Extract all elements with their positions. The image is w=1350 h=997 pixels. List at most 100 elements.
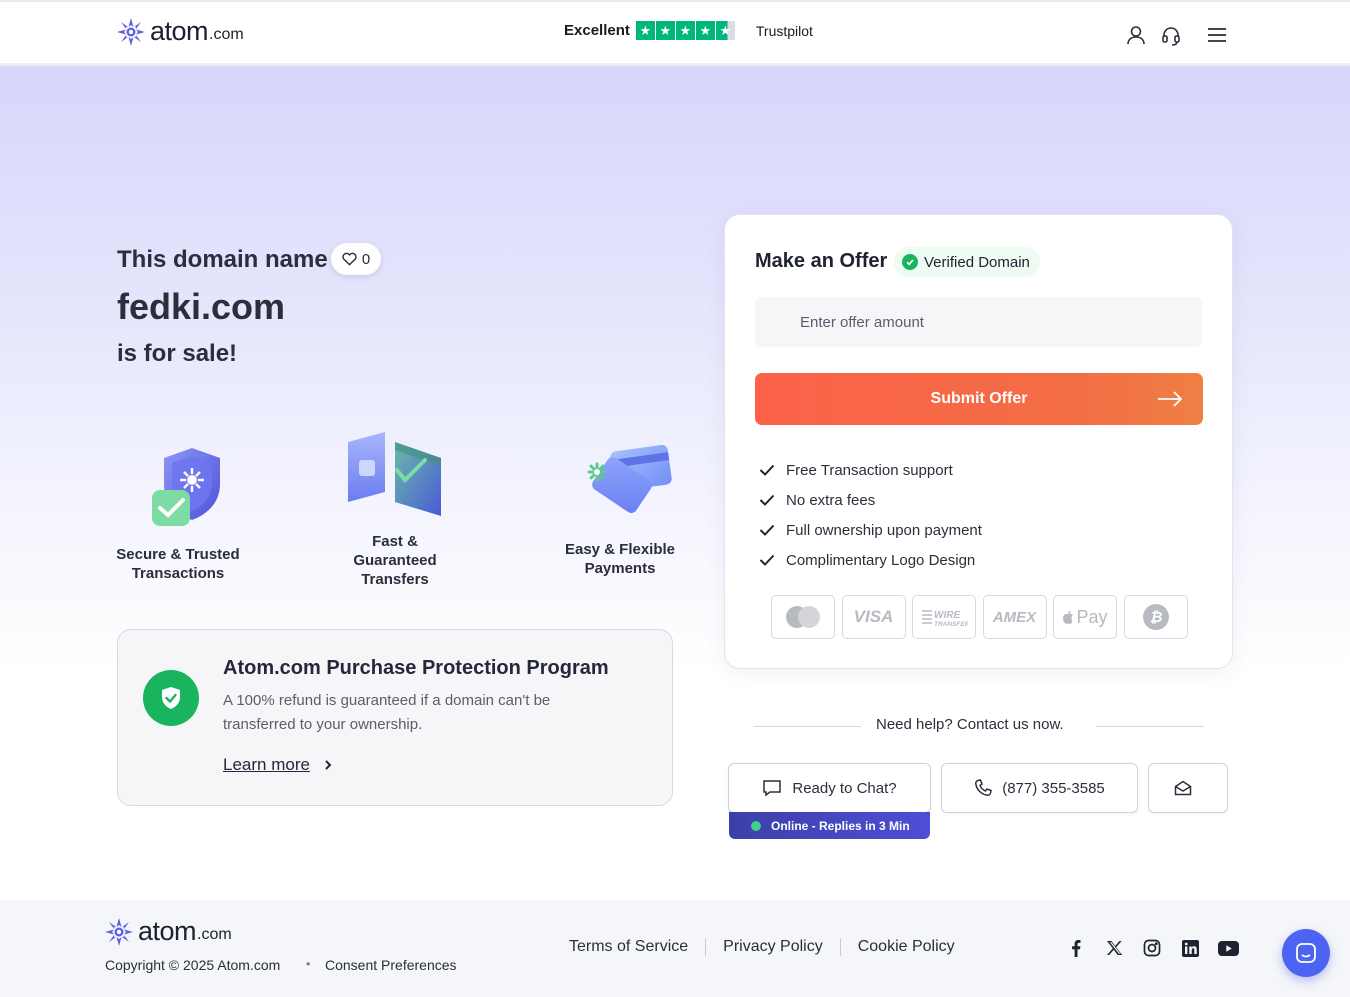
offer-amount-input[interactable] [755,297,1202,347]
feature-fast-line1: Fast & [372,533,418,550]
logo-wordmark: atom [138,916,197,946]
benefits-list: Free Transaction support No extra fees F… [759,455,982,575]
facebook-icon[interactable] [1066,938,1086,958]
trustpilot-widget[interactable]: Excellent ★ ★ ★ ★ ★ Trustpilot [564,21,813,40]
benefit-item: Free Transaction support [759,455,982,485]
check-icon [759,464,775,476]
separator-bullet: • [306,957,311,971]
favorite-button[interactable]: 0 [331,243,381,275]
protection-program-box: Atom.com Purchase Protection Program A 1… [117,629,673,806]
phone-icon [975,779,993,796]
benefit-text: Full ownership upon payment [786,521,982,539]
verified-label: Verified Domain [924,253,1030,271]
cookie-link[interactable]: Cookie Policy [858,938,955,956]
heart-icon [342,252,357,266]
protection-description: A 100% refund is guaranteed if a domain … [223,692,551,733]
learn-more-link[interactable]: Learn more [223,755,336,775]
submit-offer-label: Submit Offer [930,390,1028,407]
trustpilot-stars: ★ ★ ★ ★ ★ [635,21,736,40]
svg-text:WIRE: WIRE [934,610,960,621]
hero-subtitle: is for sale! [117,340,238,367]
headset-icon[interactable] [1160,24,1182,46]
trustpilot-label: Trustpilot [755,22,813,39]
apple-pay-icon: Pay [1053,595,1117,639]
verified-check-icon [902,254,918,270]
divider [839,938,841,956]
learn-more-label: Learn more [223,755,310,774]
phone-button[interactable]: (877) 355-3585 [941,763,1138,813]
divider [705,938,707,956]
chat-label: Ready to Chat? [792,779,897,797]
instagram-icon[interactable] [1142,938,1162,958]
chevron-right-icon [325,760,332,770]
arrow-right-icon [1158,391,1183,407]
logo-tld: .com [197,925,232,943]
online-dot-icon [751,820,761,831]
live-chat-launcher[interactable] [1282,929,1330,977]
consent-preferences-link[interactable]: Consent Preferences [325,957,457,973]
atom-logo-icon [105,917,133,946]
terms-link[interactable]: Terms of Service [569,938,688,956]
amex-label: AMEX [992,608,1037,626]
email-button[interactable] [1148,763,1228,813]
chat-button[interactable]: Ready to Chat? [728,763,931,813]
chat-launcher-icon [1296,943,1316,963]
logo-tld: .com [209,25,244,43]
menu-icon[interactable] [1206,24,1228,46]
wire-transfer-icon: WIRE TRANSFER [912,595,976,639]
feature-fast-line3: Transfers [361,571,429,588]
site-header: atom .com Excellent ★ ★ ★ ★ ★ Trustpilot [0,0,1350,66]
feature-secure: Secure & Trusted Transactions [108,545,248,583]
favorites-count: 0 [361,250,371,268]
divider [1096,726,1204,727]
benefit-text: Complimentary Logo Design [786,551,976,569]
online-status: Online - Replies in 3 Min [729,812,930,839]
feature-payments: Easy & Flexible Payments [555,540,685,578]
submit-offer-button[interactable]: Submit Offer [755,373,1203,425]
copyright-text: Copyright © 2025 Atom.com [105,957,281,973]
feature-fast-line2: Guaranteed [353,552,437,569]
transfer-illustration-icon [348,432,441,516]
privacy-link[interactable]: Privacy Policy [723,938,823,956]
svg-text:₿: ₿ [1149,609,1162,626]
x-twitter-icon[interactable] [1104,938,1124,958]
mastercard-icon [771,595,835,639]
bitcoin-icon: ₿ [1123,595,1188,639]
shield-check-icon [143,670,199,726]
benefit-text: Free Transaction support [786,461,953,479]
check-icon [759,524,775,536]
visa-label: VISA [853,607,894,626]
feature-secure-line1: Secure & Trusted [116,546,240,563]
youtube-icon[interactable] [1217,938,1239,958]
protection-title: Atom.com Purchase Protection Program [223,657,609,679]
payment-methods: VISA WIRE TRANSFER AMEX Pay ₿ [771,595,1194,639]
benefit-item: No extra fees [759,485,982,515]
linkedin-icon[interactable] [1180,938,1200,958]
amex-icon: AMEX [982,595,1047,639]
star-half-icon: ★ [715,21,735,40]
payment-cards-illustration-icon [587,444,672,513]
feature-payments-line1: Easy & Flexible [564,541,676,558]
footer-links: Terms of Service Privacy Policy Cookie P… [569,938,955,956]
shield-illustration-icon [152,448,220,526]
feature-secure-line2: Transactions [131,565,225,582]
offer-card: Make an Offer Verified Domain $ Submit O… [724,214,1233,669]
divider [754,726,861,727]
domain-name: fedki.com [117,286,286,327]
benefit-item: Full ownership upon payment [759,515,982,545]
feature-payments-line2: Payments [584,560,656,577]
feature-fast: Fast & Guaranteed Transfers [335,532,455,589]
header-logo[interactable]: atom .com [116,16,244,47]
check-icon [759,494,775,506]
site-footer: atom .com Copyright © 2025 Atom.com • Con… [0,900,1350,997]
star-icon: ★ [655,21,675,40]
star-icon: ★ [695,21,715,40]
offer-title: Make an Offer [755,250,888,272]
chat-icon [763,780,782,797]
user-icon[interactable] [1125,24,1147,46]
phone-number: (877) 355-3585 [1002,779,1105,797]
help-text: Need help? Contact us now. [876,716,1064,733]
visa-icon: VISA [841,595,906,639]
footer-logo[interactable]: atom .com [104,916,232,947]
check-icon [759,554,775,566]
